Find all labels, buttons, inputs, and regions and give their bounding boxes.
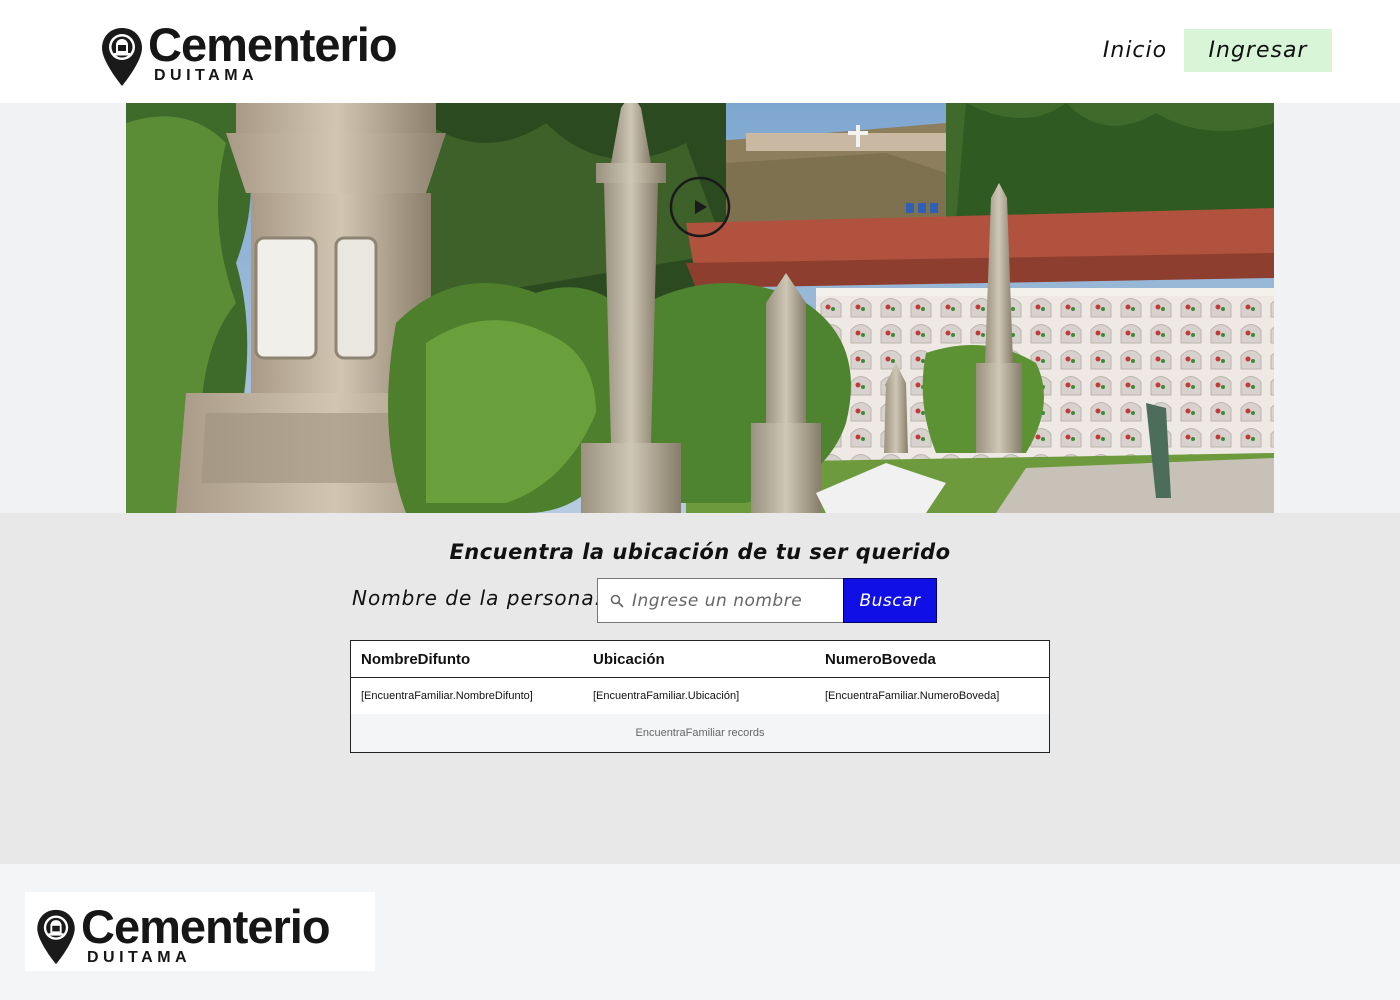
site-footer: Cementerio DUITAMA: [0, 864, 1400, 1000]
brand-subtitle: DUITAMA: [154, 67, 259, 84]
nav-ingresar-button[interactable]: Ingresar: [1184, 29, 1332, 72]
search-icon: [610, 594, 624, 608]
results-table: NombreDifunto Ubicación NumeroBoveda [En…: [350, 640, 1050, 753]
footer-logo-box: Cementerio DUITAMA: [25, 892, 375, 971]
results-footer: EncuentraFamiliar records: [351, 714, 1049, 752]
header-logo[interactable]: Cementerio DUITAMA: [100, 18, 398, 88]
search-button[interactable]: Buscar: [843, 578, 937, 623]
brand-name: Cementerio: [148, 18, 398, 71]
cemetery-photo-icon: [126, 103, 1274, 513]
site-header: Cementerio DUITAMA Inicio Ingresar: [0, 0, 1400, 103]
cell-ubicacion: [EncuentraFamiliar.Ubicación]: [593, 690, 740, 702]
brand-name: Cementerio: [81, 900, 331, 953]
table-row[interactable]: [EncuentraFamiliar.NombreDifunto] [Encue…: [351, 678, 1049, 714]
search-title: Encuentra la ubicación de tu ser querido: [449, 540, 951, 564]
search-field[interactable]: [597, 578, 844, 623]
location-pin-icon: [37, 909, 75, 965]
column-header-ubicacion[interactable]: Ubicación: [583, 651, 815, 668]
column-header-nombredifunto[interactable]: NombreDifunto: [351, 651, 583, 668]
cell-nombredifunto: [EncuentraFamiliar.NombreDifunto]: [361, 690, 533, 702]
search-input[interactable]: [632, 590, 832, 611]
hero-image: [126, 103, 1274, 513]
column-header-numeroboveda[interactable]: NumeroBoveda: [815, 651, 1047, 668]
search-label: Nombre de la persona:: [352, 586, 603, 610]
location-pin-icon: [102, 28, 142, 86]
cell-numeroboveda: [EncuentraFamiliar.NumeroBoveda]: [825, 690, 1000, 702]
footer-logo[interactable]: Cementerio DUITAMA: [35, 900, 331, 966]
search-section: Encuentra la ubicación de tu ser querido…: [0, 513, 1400, 864]
nav-inicio-link[interactable]: Inicio: [1094, 29, 1176, 72]
brand-subtitle: DUITAMA: [87, 949, 192, 966]
results-header: NombreDifunto Ubicación NumeroBoveda: [351, 641, 1049, 678]
